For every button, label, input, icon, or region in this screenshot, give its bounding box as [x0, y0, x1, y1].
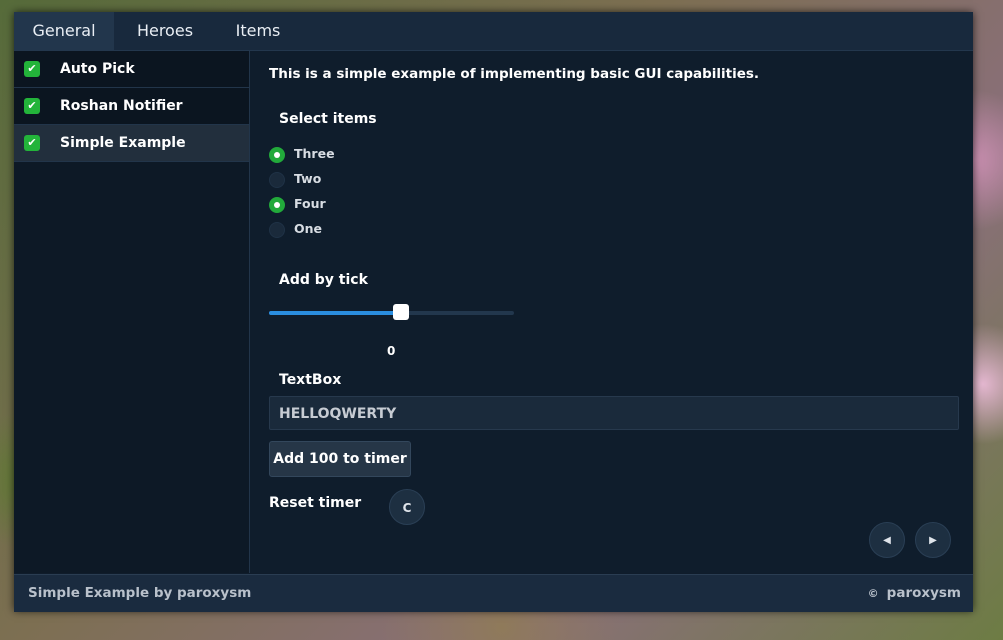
previous-page-button[interactable]: ◀: [869, 522, 905, 558]
add-by-tick-slider[interactable]: [269, 304, 514, 320]
slider-value: 0: [387, 344, 396, 358]
sidebar-item-auto-pick[interactable]: ✔ Auto Pick: [14, 51, 249, 88]
sidebar-item-label: Simple Example: [60, 135, 186, 151]
description-text: This is a simple example of implementing…: [269, 66, 760, 82]
footer: Simple Example by paroxysm © paroxysm: [14, 574, 973, 612]
next-page-button[interactable]: ▶: [915, 522, 951, 558]
text-input[interactable]: HELLOQWERTY: [269, 396, 959, 430]
footer-author: paroxysm: [886, 585, 961, 601]
radio-button[interactable]: [269, 172, 285, 188]
slider-label: Add by tick: [279, 272, 368, 288]
textbox-label: TextBox: [279, 372, 342, 388]
footer-copyright: © paroxysm: [868, 575, 961, 612]
reset-timer-button[interactable]: C: [389, 489, 425, 525]
footer-credit: Simple Example by paroxysm: [28, 585, 252, 601]
checkbox-simple-example[interactable]: ✔: [24, 135, 40, 151]
tab-heroes[interactable]: Heroes: [114, 12, 216, 50]
checkbox-roshan-notifier[interactable]: ✔: [24, 98, 40, 114]
chevron-right-icon: ▶: [929, 535, 937, 546]
add-100-to-timer-button[interactable]: Add 100 to timer: [269, 441, 411, 477]
copyright-icon: ©: [867, 587, 879, 600]
checkbox-auto-pick[interactable]: ✔: [24, 61, 40, 77]
select-items-label: Select items: [279, 111, 377, 127]
radio-label: Four: [294, 196, 326, 211]
reset-timer-label: Reset timer: [269, 495, 362, 511]
main-panel: This is a simple example of implementing…: [250, 51, 973, 573]
settings-window: General Heroes Items ✔ Auto Pick ✔ Rosha…: [14, 12, 973, 612]
tab-bar: General Heroes Items: [14, 12, 973, 51]
radio-label: One: [294, 221, 323, 236]
sidebar-item-label: Roshan Notifier: [60, 98, 183, 114]
chevron-left-icon: ◀: [883, 535, 891, 546]
sidebar-item-label: Auto Pick: [60, 61, 135, 77]
radio-button[interactable]: [269, 147, 285, 163]
tab-general[interactable]: General: [14, 12, 114, 50]
sidebar-item-roshan-notifier[interactable]: ✔ Roshan Notifier: [14, 88, 249, 125]
sidebar: ✔ Auto Pick ✔ Roshan Notifier ✔ Simple E…: [14, 51, 250, 573]
slider-fill: [269, 311, 402, 315]
radio-label: Three: [294, 146, 335, 161]
slider-thumb[interactable]: [393, 304, 410, 320]
sidebar-item-simple-example[interactable]: ✔ Simple Example: [14, 125, 249, 162]
radio-button[interactable]: [269, 197, 285, 213]
radio-label: Two: [294, 171, 322, 186]
radio-button[interactable]: [269, 222, 285, 238]
tab-items[interactable]: Items: [216, 12, 300, 50]
